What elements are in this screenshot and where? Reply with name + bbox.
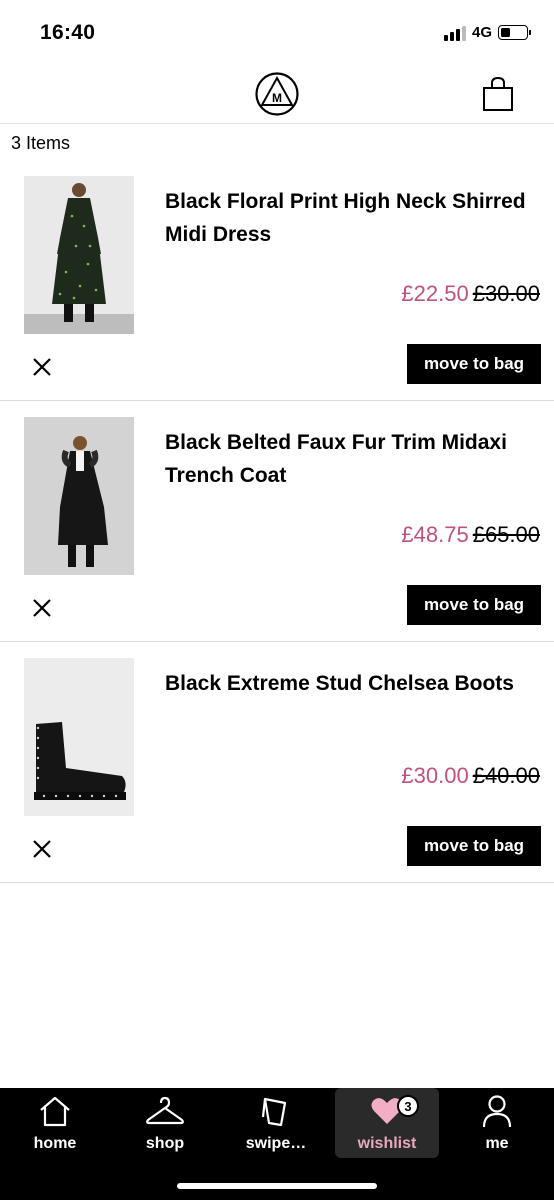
shopping-bag-icon[interactable] <box>481 76 515 112</box>
network-type: 4G <box>471 24 492 41</box>
move-to-bag-button[interactable]: move to bag <box>407 585 541 625</box>
tab-label: wishlist <box>357 1135 417 1152</box>
app-header: M <box>0 62 554 124</box>
tab-label: home <box>33 1135 77 1152</box>
remove-icon[interactable] <box>30 837 54 861</box>
cards-icon <box>256 1093 296 1129</box>
sale-price: £22.50 <box>401 281 469 306</box>
move-to-bag-button[interactable]: move to bag <box>407 826 541 866</box>
boots-image <box>24 658 134 816</box>
person-icon <box>477 1093 517 1129</box>
tab-label: shop <box>145 1135 185 1152</box>
sale-price: £48.75 <box>401 522 469 547</box>
original-price: £40.00 <box>472 763 540 788</box>
logo-letter: M <box>272 91 282 105</box>
wishlist-count-badge: 3 <box>397 1095 419 1117</box>
status-bar: 16:40 4G <box>0 0 554 62</box>
coat-image <box>24 417 134 575</box>
original-price: £30.00 <box>472 281 540 306</box>
sale-price: £30.00 <box>401 763 469 788</box>
tab-wishlist[interactable]: 3 wishlist <box>335 1088 439 1158</box>
tab-label: swipe… <box>245 1135 307 1152</box>
battery-icon <box>498 25 531 40</box>
wishlist-item: Black Floral Print High Neck Shirred Mid… <box>0 160 554 401</box>
product-title[interactable]: Black Floral Print High Neck Shirred Mid… <box>165 185 535 251</box>
product-title[interactable]: Black Belted Faux Fur Trim Midaxi Trench… <box>165 426 535 492</box>
signal-icon <box>443 25 466 41</box>
product-title[interactable]: Black Extreme Stud Chelsea Boots <box>165 667 535 700</box>
price-line: £30.00 £40.00 <box>401 763 540 789</box>
tab-label: me <box>485 1135 509 1152</box>
product-image[interactable] <box>24 417 134 575</box>
item-count: 3 Items <box>11 133 71 153</box>
remove-icon[interactable] <box>30 596 54 620</box>
original-price: £65.00 <box>472 522 540 547</box>
product-image[interactable] <box>24 658 134 816</box>
product-image[interactable] <box>24 176 134 334</box>
home-indicator <box>177 1183 377 1189</box>
tab-shop[interactable]: shop <box>120 1088 210 1158</box>
status-indicators: 4G <box>443 24 531 41</box>
hanger-icon <box>145 1093 185 1129</box>
remove-icon[interactable] <box>30 355 54 379</box>
wishlist-item: Black Extreme Stud Chelsea Boots £30.00 £… <box>0 642 554 883</box>
status-time: 16:40 <box>40 21 96 44</box>
dress-image <box>24 176 134 334</box>
home-icon <box>35 1093 75 1129</box>
price-line: £48.75 £65.00 <box>401 522 540 548</box>
tab-home[interactable]: home <box>10 1088 100 1158</box>
brand-logo[interactable]: M <box>255 72 299 116</box>
wishlist-item: Black Belted Faux Fur Trim Midaxi Trench… <box>0 401 554 642</box>
tab-me[interactable]: me <box>452 1088 542 1158</box>
price-line: £22.50 £30.00 <box>401 281 540 307</box>
tab-swipe[interactable]: swipe… <box>230 1088 322 1158</box>
move-to-bag-button[interactable]: move to bag <box>407 344 541 384</box>
